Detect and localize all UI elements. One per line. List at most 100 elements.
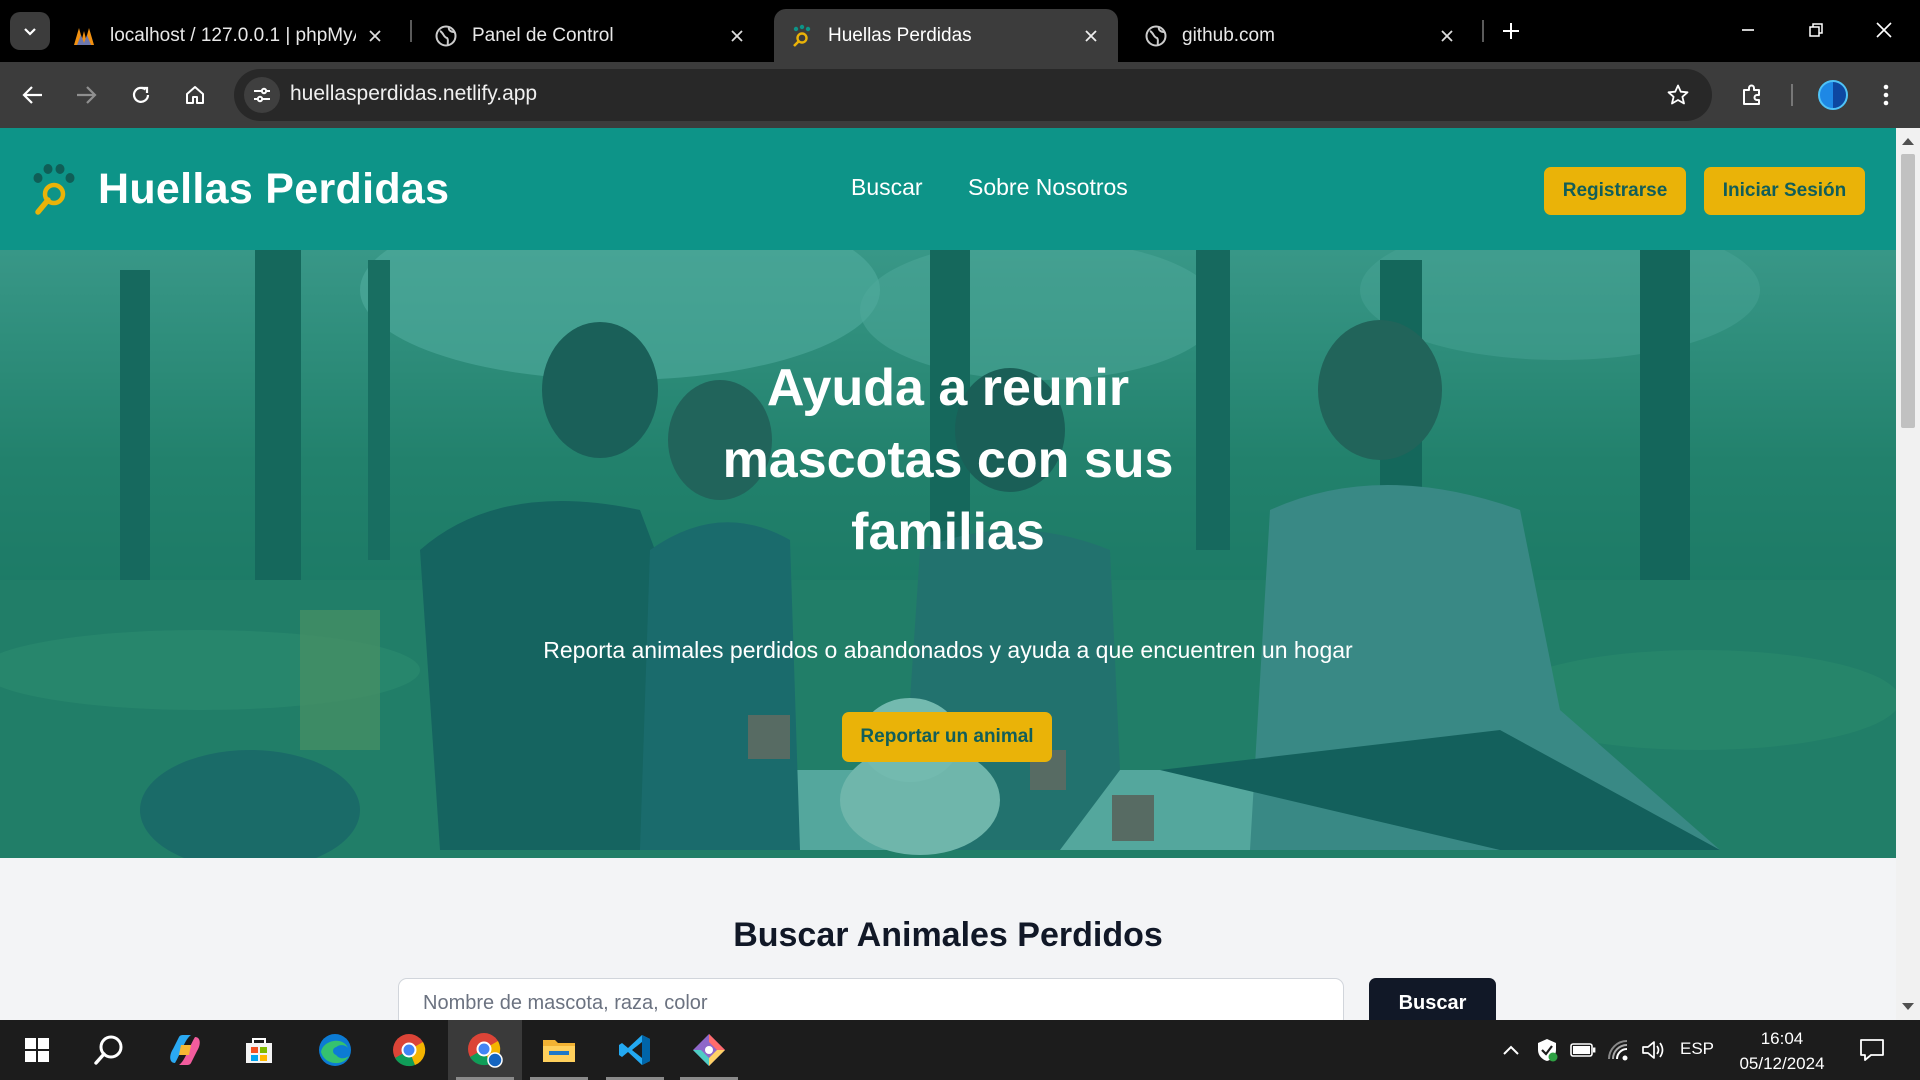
copilot-icon <box>170 1035 200 1065</box>
site-header: Huellas Perdidas Buscar Sobre Nosotros R… <box>0 128 1896 250</box>
taskbar-git-client[interactable] <box>672 1020 746 1080</box>
tab-title: github.com <box>1182 24 1275 46</box>
close-icon <box>1876 22 1892 38</box>
globe-icon <box>434 24 458 48</box>
minimize-icon <box>1742 29 1754 31</box>
login-button[interactable]: Iniciar Sesión <box>1704 167 1865 215</box>
arrow-left-icon <box>22 86 42 104</box>
start-button[interactable] <box>0 1020 74 1080</box>
wifi-icon <box>1608 1040 1628 1061</box>
report-animal-button[interactable]: Reportar un animal <box>842 712 1052 762</box>
tray-overflow-button[interactable] <box>1496 1020 1526 1080</box>
menu-button[interactable] <box>1864 73 1908 117</box>
phpmyadmin-icon <box>72 24 96 48</box>
close-icon[interactable] <box>1436 25 1458 47</box>
tune-icon <box>254 87 270 103</box>
site-info-button[interactable] <box>244 77 280 113</box>
taskbar-file-explorer[interactable] <box>522 1020 596 1080</box>
tray-volume[interactable] <box>1638 1020 1668 1080</box>
forward-button[interactable] <box>64 73 108 117</box>
site-logo[interactable]: Huellas Perdidas <box>30 162 449 216</box>
home-button[interactable] <box>173 73 217 117</box>
paw-icon <box>790 24 814 48</box>
scroll-down-arrow-icon[interactable] <box>1902 1003 1914 1010</box>
taskbar-chrome[interactable] <box>372 1020 446 1080</box>
microsoft-store-icon <box>246 1038 272 1063</box>
register-button[interactable]: Registrarse <box>1544 167 1686 215</box>
puzzle-icon <box>1743 84 1760 105</box>
input-language-indicator[interactable]: ESP <box>1680 1039 1714 1059</box>
more-vertical-icon <box>1883 84 1889 106</box>
close-window-button[interactable] <box>1856 10 1912 50</box>
address-bar[interactable]: huellasperdidas.netlify.app <box>234 69 1712 121</box>
chrome-icon <box>393 1034 426 1067</box>
page-scrollbar[interactable] <box>1896 128 1920 1020</box>
speaker-icon <box>1642 1041 1664 1059</box>
url-text[interactable]: huellasperdidas.netlify.app <box>290 82 537 106</box>
tray-battery[interactable] <box>1568 1020 1598 1080</box>
bookmark-star-button[interactable] <box>1664 81 1692 109</box>
notification-icon <box>1860 1039 1884 1061</box>
hero-subtitle: Reporta animales perdidos o abandonados … <box>543 637 1353 663</box>
clock-date: 05/12/2024 <box>1739 1054 1825 1073</box>
site-brand: Huellas Perdidas <box>98 164 450 213</box>
profile-avatar[interactable] <box>1818 80 1848 110</box>
paw-magnifier-icon <box>33 164 75 215</box>
search-input[interactable] <box>398 978 1344 1020</box>
search-button[interactable]: Buscar <box>1369 978 1496 1020</box>
tab-separator <box>1482 20 1484 42</box>
clock-time: 16:04 <box>1760 1029 1804 1048</box>
nav-buscar[interactable]: Buscar <box>851 174 923 201</box>
taskbar-edge[interactable] <box>298 1020 372 1080</box>
windows-taskbar: ESP 16:04 05/12/2024 <box>0 1020 1920 1080</box>
windows-start-icon <box>25 1038 49 1062</box>
scrollbar-thumb[interactable] <box>1901 154 1915 428</box>
scroll-up-arrow-icon[interactable] <box>1902 138 1914 145</box>
notifications-button[interactable] <box>1856 1034 1888 1066</box>
tab-phpmyadmin[interactable]: localhost / 127.0.0.1 | phpMyAd <box>56 9 402 62</box>
taskbar-vscode[interactable] <box>598 1020 672 1080</box>
toolbar-divider <box>1791 84 1793 106</box>
restore-button[interactable] <box>1788 10 1844 50</box>
chrome-profile-icon <box>468 1033 503 1068</box>
reload-icon <box>132 86 150 103</box>
chevron-down-icon <box>24 28 36 36</box>
close-icon[interactable] <box>1080 25 1102 47</box>
new-tab-button[interactable] <box>1496 16 1526 46</box>
battery-icon <box>1570 1043 1596 1057</box>
back-button[interactable] <box>11 73 55 117</box>
search-section-title: Buscar Animales Perdidos <box>733 916 1163 954</box>
extensions-button[interactable] <box>1730 73 1774 117</box>
search-section: Buscar Animales Perdidos Buscar <box>0 858 1896 1020</box>
plus-icon <box>1503 23 1519 39</box>
taskbar-chrome-profile[interactable] <box>448 1020 522 1080</box>
home-icon <box>186 86 204 104</box>
tab-huellas-perdidas[interactable]: Huellas Perdidas <box>774 9 1118 62</box>
tab-search-button[interactable] <box>10 12 50 50</box>
chevron-up-icon <box>1503 1045 1519 1055</box>
git-icon <box>693 1034 725 1066</box>
close-icon[interactable] <box>726 25 748 47</box>
nav-sobre-nosotros[interactable]: Sobre Nosotros <box>968 174 1128 201</box>
star-icon <box>1667 84 1689 105</box>
tab-separator <box>410 20 412 42</box>
tray-network[interactable] <box>1604 1020 1634 1080</box>
hero-section: Ayuda a reunir mascotas con sus familias… <box>0 250 1896 858</box>
vscode-icon <box>619 1035 650 1065</box>
search-icon <box>94 1035 123 1065</box>
hero-title: Ayuda a reunir mascotas con sus familias <box>722 359 1174 561</box>
system-clock[interactable]: 16:04 05/12/2024 <box>1720 1026 1844 1076</box>
taskbar-search-button[interactable] <box>72 1020 146 1080</box>
edge-icon <box>319 1034 351 1066</box>
tab-panel-de-control[interactable]: Panel de Control <box>418 9 764 62</box>
shield-icon <box>1538 1039 1558 1062</box>
tray-security[interactable] <box>1532 1020 1562 1080</box>
globe-icon <box>1144 24 1168 48</box>
close-icon[interactable] <box>364 25 386 47</box>
arrow-right-icon <box>77 86 97 104</box>
reload-button[interactable] <box>119 73 163 117</box>
taskbar-store[interactable] <box>222 1020 296 1080</box>
minimize-button[interactable] <box>1720 10 1776 50</box>
tab-github[interactable]: github.com <box>1128 9 1474 62</box>
taskbar-copilot[interactable] <box>148 1020 222 1080</box>
